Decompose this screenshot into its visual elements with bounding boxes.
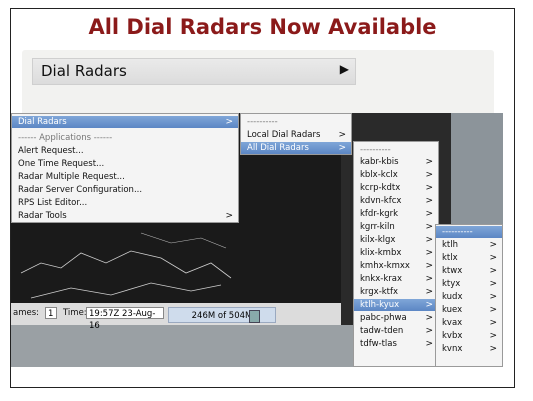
chevron-right-icon: >	[425, 209, 433, 219]
menu-item-ktwx[interactable]: ktwx >	[436, 265, 502, 277]
menu-item-kvbx[interactable]: kvbx >	[436, 330, 502, 342]
chevron-right-icon: >	[489, 279, 497, 289]
chevron-right-icon: >	[338, 143, 346, 153]
menu-separator-applications: ------ Applications ------	[18, 133, 113, 143]
menu-item-krgx-ktfx[interactable]: krgx-ktfx >	[354, 286, 438, 298]
menu-item-kfdr-kgrk[interactable]: kfdr-kgrk >	[354, 208, 438, 220]
chevron-right-icon: >	[425, 235, 433, 245]
menu-item-ktlx[interactable]: ktlx >	[436, 252, 502, 264]
chevron-right-icon: >	[489, 253, 497, 263]
menu-item-tdfw-tlas[interactable]: tdfw-tlas >	[354, 338, 438, 350]
menu-item-kvax[interactable]: kvax >	[436, 317, 502, 329]
menu-item-kabr-kbis[interactable]: kabr-kbis >	[354, 156, 438, 168]
slide-title: All Dial Radars Now Available	[88, 15, 437, 39]
menu-item-kmhx-kmxx[interactable]: kmhx-kmxx >	[354, 260, 438, 272]
menu-item-kudx[interactable]: kudx >	[436, 291, 502, 303]
radar-menu: Dial Radars > ------ Applications ------ …	[11, 113, 239, 223]
chevron-right-icon: >	[425, 287, 433, 297]
dial-radars-bar-label: Dial Radars	[41, 62, 127, 80]
menu-item-klix-kmbx[interactable]: klix-kmbx >	[354, 247, 438, 259]
chevron-right-icon: >	[225, 117, 233, 127]
chevron-right-icon: >	[425, 313, 433, 323]
cave-display: ames: 1 Time: 19:57Z 23-Aug-16 246M of 5…	[11, 113, 503, 367]
chevron-right-icon: >	[489, 266, 497, 276]
menu-item-kvnx[interactable]: kvnx >	[436, 343, 502, 355]
chevron-right-icon: >	[425, 248, 433, 258]
menu-item-kdvn-kfcx[interactable]: kdvn-kfcx >	[354, 195, 438, 207]
chevron-right-icon: >	[425, 222, 433, 232]
menu-item-local-dial-radars[interactable]: Local Dial Radars >	[241, 129, 351, 141]
menu-item-radar-multiple-request[interactable]: Radar Multiple Request...	[12, 171, 238, 183]
chevron-right-icon: >	[225, 211, 233, 221]
menu-item-kgrr-kiln[interactable]: kgrr-kiln >	[354, 221, 438, 233]
frames-label: ames:	[13, 308, 40, 318]
time-field[interactable]: 19:57Z 23-Aug-16	[86, 307, 164, 331]
chevron-right-icon: >	[425, 300, 433, 310]
all-dial-radars-submenu: ---------- kabr-kbis > kblx-kclx > kcrp-kd…	[353, 141, 439, 367]
chevron-right-icon: >	[489, 331, 497, 341]
menu-item-dial-radars[interactable]: Dial Radars >	[12, 116, 238, 128]
chevron-right-icon: >	[425, 170, 433, 180]
menu-item-kblx-kclx[interactable]: kblx-kclx >	[354, 169, 438, 181]
menu-separator: ----------	[360, 145, 391, 155]
chevron-right-icon: >	[425, 326, 433, 336]
chevron-right-icon: >	[489, 305, 497, 315]
chevron-right-icon: >	[425, 183, 433, 193]
menu-item-kcrp-kdtx[interactable]: kcrp-kdtx >	[354, 182, 438, 194]
menu-item-alert-request[interactable]: Alert Request...	[12, 145, 238, 157]
menu-item-one-time-request[interactable]: One Time Request...	[12, 158, 238, 170]
menu-item-all-dial-radars[interactable]: All Dial Radars >	[241, 142, 351, 154]
dial-radars-submenu: ---------- Local Dial Radars > All Dial R…	[240, 113, 352, 155]
menu-item-radar-server-config[interactable]: Radar Server Configuration...	[12, 184, 238, 196]
chevron-right-icon: >	[425, 274, 433, 284]
menu-item-kuex[interactable]: kuex >	[436, 304, 502, 316]
dial-radars-bar[interactable]: Dial Radars ▶	[32, 58, 356, 85]
menu-item-ktlh[interactable]: ktlh >	[436, 239, 502, 251]
menu-item-rps-list-editor[interactable]: RPS List Editor...	[12, 197, 238, 209]
menu-item-radar-tools[interactable]: Radar Tools >	[12, 210, 238, 222]
menu-item-knkx-krax[interactable]: knkx-krax >	[354, 273, 438, 285]
menu-item-tadw-tden[interactable]: tadw-tden >	[354, 325, 438, 337]
chevron-right-icon: >	[425, 196, 433, 206]
menu-item-kilx-klgx[interactable]: kilx-klgx >	[354, 234, 438, 246]
menu-item-ktyx[interactable]: ktyx >	[436, 278, 502, 290]
chevron-right-icon: >	[425, 157, 433, 167]
triangle-right-icon: ▶	[339, 62, 349, 76]
menu-item-ktlh-kyux[interactable]: ktlh-kyux >	[354, 299, 438, 311]
chevron-right-icon: >	[489, 292, 497, 302]
frames-field[interactable]: 1	[45, 307, 57, 319]
chevron-right-icon: >	[489, 240, 497, 250]
chevron-right-icon: >	[489, 344, 497, 354]
menu-item-pabc-phwa[interactable]: pabc-phwa >	[354, 312, 438, 324]
menu-separator: ----------	[247, 117, 278, 127]
chevron-right-icon: >	[489, 318, 497, 328]
ktlh-kyux-submenu: ---------- ktlh > ktlx > ktwx > ktyx > kudx >…	[435, 224, 503, 367]
chevron-right-icon: >	[425, 339, 433, 349]
chevron-right-icon: >	[425, 261, 433, 271]
chevron-right-icon: >	[338, 130, 346, 140]
menu-separator: ----------	[436, 226, 502, 238]
time-label: Time:	[63, 308, 87, 318]
trash-icon[interactable]	[249, 310, 260, 323]
